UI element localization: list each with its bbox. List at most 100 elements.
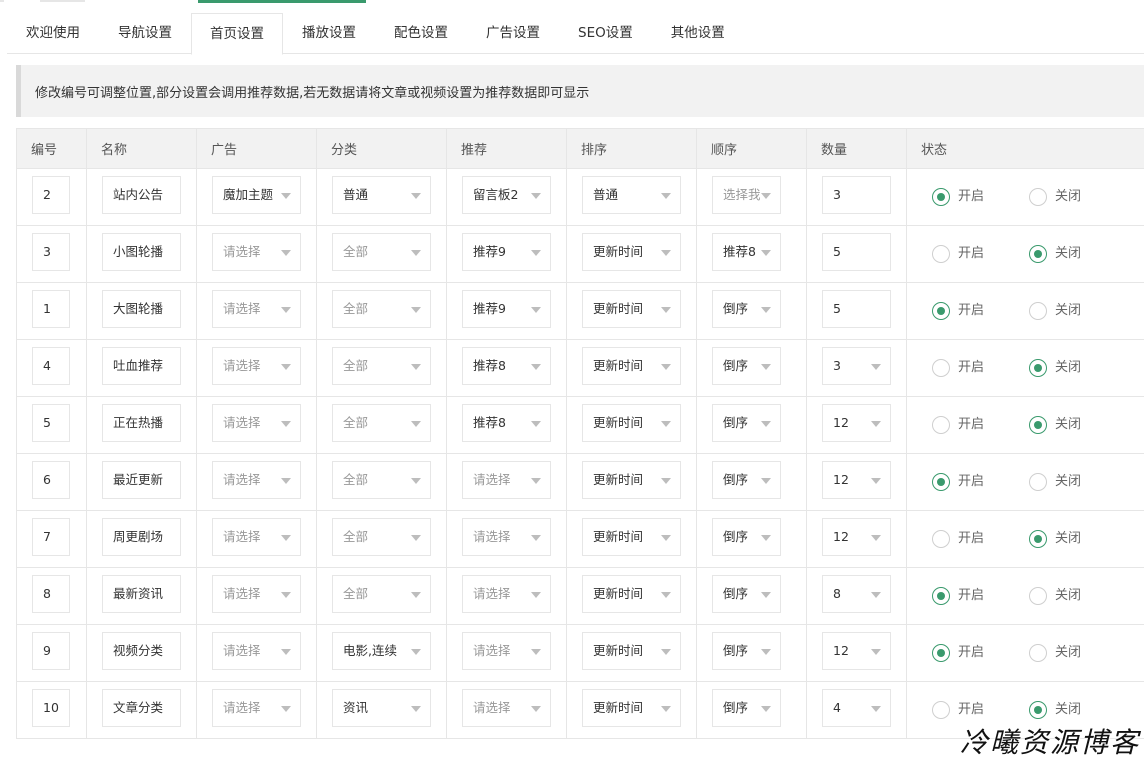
- name-input[interactable]: 大图轮播: [102, 290, 181, 328]
- order-select[interactable]: 倒序: [712, 461, 781, 499]
- sort-select[interactable]: 更新时间: [582, 404, 681, 442]
- recommend-select[interactable]: 请选择: [462, 632, 551, 670]
- recommend-select[interactable]: 推荐9: [462, 233, 551, 271]
- tab-5[interactable]: 广告设置: [467, 13, 559, 54]
- status-off-radio[interactable]: 关闭: [1029, 472, 1126, 492]
- order-select[interactable]: 推荐8: [712, 233, 781, 271]
- count-select[interactable]: 12: [822, 632, 891, 670]
- name-input[interactable]: 最新资讯: [102, 575, 181, 613]
- sort-select[interactable]: 更新时间: [582, 347, 681, 385]
- status-off-radio[interactable]: 关闭: [1029, 586, 1126, 606]
- recommend-select[interactable]: 请选择: [462, 689, 551, 727]
- count-input[interactable]: 5: [822, 290, 891, 328]
- count-select[interactable]: 8: [822, 575, 891, 613]
- status-off-radio[interactable]: 关闭: [1029, 415, 1126, 435]
- status-off-radio[interactable]: 关闭: [1029, 358, 1126, 378]
- tab-6[interactable]: SEO设置: [559, 13, 652, 54]
- order-select[interactable]: 倒序: [712, 404, 781, 442]
- id-input[interactable]: 8: [32, 575, 70, 613]
- category-select[interactable]: 全部: [332, 290, 431, 328]
- tab-3[interactable]: 播放设置: [283, 13, 375, 54]
- name-input[interactable]: 最近更新: [102, 461, 181, 499]
- id-input[interactable]: 7: [32, 518, 70, 556]
- status-on-radio[interactable]: 开启: [932, 643, 1029, 663]
- id-input[interactable]: 1: [32, 290, 70, 328]
- name-input[interactable]: 视频分类: [102, 632, 181, 670]
- id-input[interactable]: 4: [32, 347, 70, 385]
- status-off-radio[interactable]: 关闭: [1029, 187, 1126, 207]
- recommend-select[interactable]: 推荐8: [462, 404, 551, 442]
- order-select[interactable]: 选择我: [712, 176, 781, 214]
- count-select[interactable]: 12: [822, 461, 891, 499]
- sort-select[interactable]: 更新时间: [582, 632, 681, 670]
- sort-select[interactable]: 更新时间: [582, 290, 681, 328]
- status-off-radio[interactable]: 关闭: [1029, 301, 1126, 321]
- id-input[interactable]: 10: [32, 689, 70, 727]
- category-select[interactable]: 资讯: [332, 689, 431, 727]
- sort-select[interactable]: 更新时间: [582, 518, 681, 556]
- status-on-radio[interactable]: 开启: [932, 700, 1029, 720]
- category-select[interactable]: 全部: [332, 575, 431, 613]
- sort-select[interactable]: 更新时间: [582, 233, 681, 271]
- count-input[interactable]: 5: [822, 233, 891, 271]
- status-on-radio[interactable]: 开启: [932, 529, 1029, 549]
- id-input[interactable]: 3: [32, 233, 70, 271]
- status-off-radio[interactable]: 关闭: [1029, 529, 1126, 549]
- status-on-radio[interactable]: 开启: [932, 358, 1029, 378]
- id-input[interactable]: 9: [32, 632, 70, 670]
- category-select[interactable]: 全部: [332, 233, 431, 271]
- status-on-radio[interactable]: 开启: [932, 472, 1029, 492]
- tab-1[interactable]: 导航设置: [99, 13, 191, 54]
- order-select[interactable]: 倒序: [712, 290, 781, 328]
- recommend-select[interactable]: 请选择: [462, 575, 551, 613]
- order-select[interactable]: 倒序: [712, 518, 781, 556]
- sort-select[interactable]: 普通: [582, 176, 681, 214]
- order-select[interactable]: 倒序: [712, 347, 781, 385]
- name-input[interactable]: 周更剧场: [102, 518, 181, 556]
- id-input[interactable]: 5: [32, 404, 70, 442]
- name-input[interactable]: 文章分类: [102, 689, 181, 727]
- order-select[interactable]: 倒序: [712, 689, 781, 727]
- tab-0[interactable]: 欢迎使用: [7, 13, 99, 54]
- status-on-radio[interactable]: 开启: [932, 187, 1029, 207]
- ad-select[interactable]: 请选择: [212, 689, 301, 727]
- ad-select[interactable]: 请选择: [212, 518, 301, 556]
- tab-7[interactable]: 其他设置: [652, 13, 744, 54]
- recommend-select[interactable]: 推荐8: [462, 347, 551, 385]
- status-off-radio[interactable]: 关闭: [1029, 244, 1126, 264]
- category-select[interactable]: 电影,连续: [332, 632, 431, 670]
- count-select[interactable]: 12: [822, 518, 891, 556]
- recommend-select[interactable]: 请选择: [462, 518, 551, 556]
- count-select[interactable]: 4: [822, 689, 891, 727]
- ad-select[interactable]: 魔加主题: [212, 176, 301, 214]
- category-select[interactable]: 普通: [332, 176, 431, 214]
- tab-2[interactable]: 首页设置: [191, 13, 283, 55]
- category-select[interactable]: 全部: [332, 347, 431, 385]
- count-input[interactable]: 3: [822, 176, 891, 214]
- name-input[interactable]: 正在热播: [102, 404, 181, 442]
- status-off-radio[interactable]: 关闭: [1029, 700, 1126, 720]
- name-input[interactable]: 小图轮播: [102, 233, 181, 271]
- recommend-select[interactable]: 请选择: [462, 461, 551, 499]
- status-on-radio[interactable]: 开启: [932, 415, 1029, 435]
- category-select[interactable]: 全部: [332, 404, 431, 442]
- ad-select[interactable]: 请选择: [212, 575, 301, 613]
- recommend-select[interactable]: 留言板2: [462, 176, 551, 214]
- recommend-select[interactable]: 推荐9: [462, 290, 551, 328]
- ad-select[interactable]: 请选择: [212, 233, 301, 271]
- id-input[interactable]: 2: [32, 176, 70, 214]
- sort-select[interactable]: 更新时间: [582, 575, 681, 613]
- tab-4[interactable]: 配色设置: [375, 13, 467, 54]
- status-on-radio[interactable]: 开启: [932, 586, 1029, 606]
- sort-select[interactable]: 更新时间: [582, 461, 681, 499]
- order-select[interactable]: 倒序: [712, 632, 781, 670]
- ad-select[interactable]: 请选择: [212, 632, 301, 670]
- ad-select[interactable]: 请选择: [212, 290, 301, 328]
- status-on-radio[interactable]: 开启: [932, 244, 1029, 264]
- ad-select[interactable]: 请选择: [212, 347, 301, 385]
- category-select[interactable]: 全部: [332, 461, 431, 499]
- ad-select[interactable]: 请选择: [212, 404, 301, 442]
- order-select[interactable]: 倒序: [712, 575, 781, 613]
- status-on-radio[interactable]: 开启: [932, 301, 1029, 321]
- category-select[interactable]: 全部: [332, 518, 431, 556]
